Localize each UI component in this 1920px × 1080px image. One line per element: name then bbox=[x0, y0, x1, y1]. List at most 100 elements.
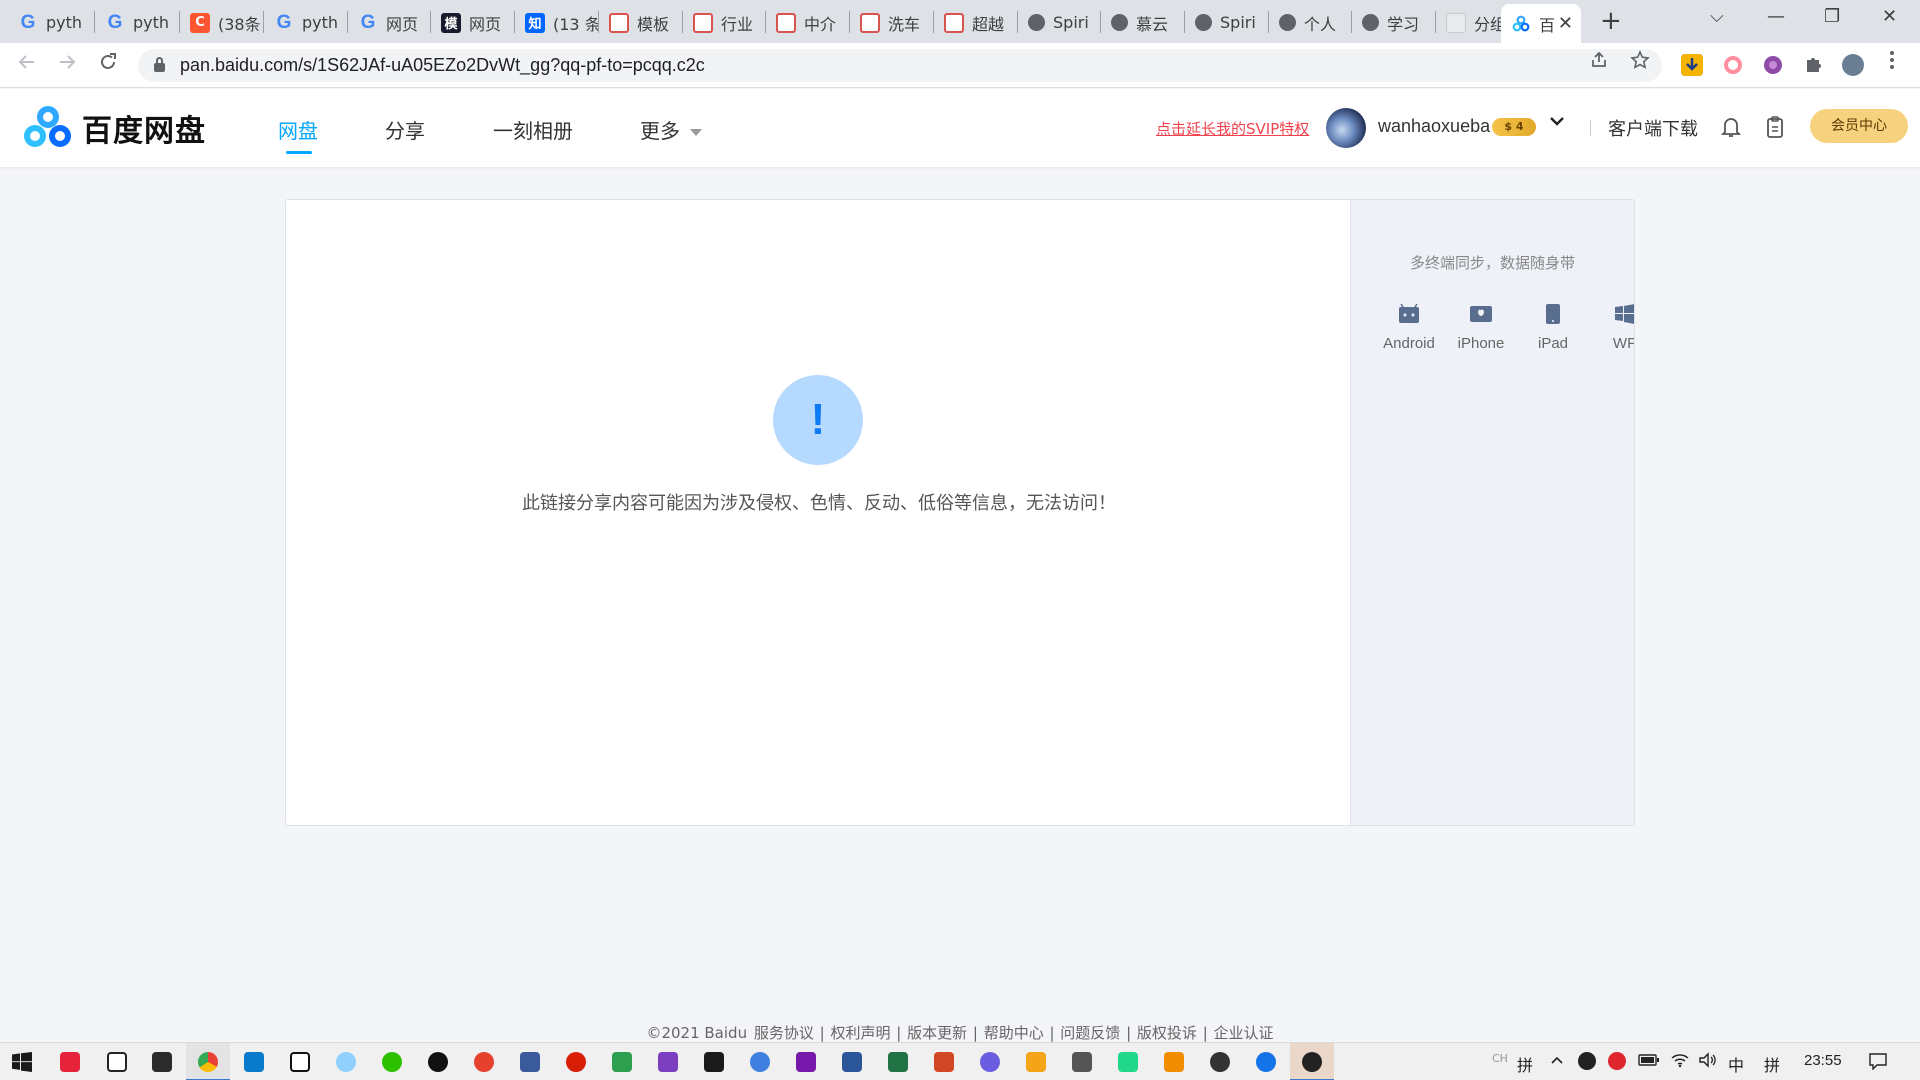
vscode-icon[interactable] bbox=[244, 1052, 264, 1072]
reload-icon[interactable] bbox=[97, 51, 119, 79]
notification-center-icon[interactable] bbox=[1868, 1052, 1888, 1074]
baidu-pan-logo[interactable]: 百度网盘 bbox=[24, 106, 206, 150]
terminal-icon[interactable] bbox=[1072, 1052, 1092, 1072]
download-app-icon[interactable] bbox=[1256, 1052, 1276, 1072]
tray-overflow-chevron-icon[interactable] bbox=[1549, 1052, 1565, 1072]
minimize-window-button[interactable]: — bbox=[1767, 6, 1785, 27]
tray-red-app-icon[interactable] bbox=[1608, 1052, 1626, 1070]
notification-bell-icon[interactable] bbox=[1720, 115, 1742, 139]
tray-pinyin-icon[interactable]: 拼 bbox=[1517, 1052, 1533, 1076]
excel-icon[interactable] bbox=[888, 1052, 908, 1072]
footer-link-feedback[interactable]: 问题反馈 bbox=[1060, 1024, 1120, 1042]
visual-studio-icon[interactable] bbox=[658, 1052, 678, 1072]
netease-music-icon[interactable] bbox=[566, 1052, 586, 1072]
v2ray-icon[interactable] bbox=[750, 1052, 770, 1072]
browser-tab[interactable]: Gpyth bbox=[264, 6, 347, 39]
user-menu-chevron-icon[interactable] bbox=[1548, 111, 1566, 136]
browser-tab[interactable]: Gpyth bbox=[95, 6, 179, 39]
browser-tab[interactable]: 学习 bbox=[1352, 6, 1435, 39]
fiddler-icon[interactable] bbox=[1026, 1052, 1046, 1072]
browser-tab[interactable]: 行业 bbox=[683, 6, 765, 39]
chrome-icon[interactable] bbox=[198, 1052, 218, 1072]
media-player-icon[interactable] bbox=[1302, 1052, 1322, 1072]
browser-tab[interactable]: 个人 bbox=[1269, 6, 1351, 39]
platform-ipad[interactable]: iPad bbox=[1517, 301, 1589, 352]
browser-tab[interactable]: Gpyth bbox=[8, 6, 94, 39]
address-bar[interactable]: pan.baidu.com/s/1S62JAf-uA05EZo2DvWt_gg?… bbox=[138, 49, 1662, 82]
footer-link-enterprise[interactable]: 企业认证 bbox=[1214, 1024, 1274, 1042]
footer-link-updates[interactable]: 版本更新 bbox=[907, 1024, 967, 1042]
money-app-icon[interactable] bbox=[612, 1052, 632, 1072]
nav-item-share[interactable]: 分享 bbox=[385, 115, 425, 144]
new-tab-button[interactable]: + bbox=[1600, 8, 1622, 34]
browser-tab-active[interactable]: 百 ✕ bbox=[1501, 4, 1581, 43]
browser-tab[interactable]: 超越 bbox=[934, 6, 1017, 39]
footer-link-rights[interactable]: 权利声明 bbox=[830, 1024, 890, 1042]
client-download-link[interactable]: 客户端下载 bbox=[1608, 115, 1698, 141]
jetbrains-icon[interactable] bbox=[704, 1052, 724, 1072]
download-extension-icon[interactable] bbox=[1681, 54, 1703, 76]
user-avatar[interactable] bbox=[1326, 108, 1366, 148]
browser-tab[interactable]: 中介 bbox=[766, 6, 849, 39]
browser-tab[interactable]: C (38条 bbox=[180, 6, 263, 39]
windows-start-icon[interactable] bbox=[12, 1052, 32, 1072]
word-icon[interactable] bbox=[842, 1052, 862, 1072]
onenote-icon[interactable] bbox=[796, 1052, 816, 1072]
back-arrow-icon[interactable] bbox=[16, 51, 38, 79]
close-window-button[interactable]: ✕ bbox=[1882, 6, 1897, 27]
close-tab-icon[interactable]: ✕ bbox=[1558, 13, 1573, 34]
pycharm-icon[interactable] bbox=[1118, 1052, 1138, 1072]
taskbar-clock[interactable]: 23:55 bbox=[1804, 1052, 1842, 1069]
extensions-puzzle-icon[interactable] bbox=[1802, 54, 1824, 76]
gear-app-icon[interactable] bbox=[1210, 1052, 1230, 1072]
nav-item-more[interactable]: 更多 bbox=[640, 115, 702, 144]
platform-iphone[interactable]: iPhone bbox=[1445, 301, 1517, 352]
qq-icon[interactable] bbox=[428, 1052, 448, 1072]
browser-tab[interactable]: Spiri bbox=[1185, 6, 1268, 39]
svip-renew-link[interactable]: 点击延长我的SVIP特权 bbox=[1156, 118, 1309, 139]
sublime-icon[interactable] bbox=[1164, 1052, 1184, 1072]
battery-icon[interactable] bbox=[1638, 1052, 1660, 1071]
platform-android[interactable]: Android bbox=[1373, 301, 1445, 352]
tab-search-chevron-icon[interactable]: ⌵ bbox=[1710, 6, 1724, 27]
input-mode-indicator[interactable]: 拼 bbox=[1764, 1052, 1780, 1076]
typora-icon[interactable] bbox=[107, 1052, 127, 1072]
share-icon[interactable] bbox=[1589, 50, 1609, 75]
browser-tab[interactable]: 模网页 bbox=[431, 6, 514, 39]
restore-window-button[interactable]: ❐ bbox=[1824, 6, 1840, 27]
purple-extension-icon[interactable] bbox=[1762, 54, 1784, 76]
wifi-icon[interactable] bbox=[1670, 1052, 1690, 1072]
circle-app-icon[interactable] bbox=[980, 1052, 1000, 1072]
browser-tab[interactable]: 洗车 bbox=[850, 6, 933, 39]
footer-link-copyright-complaint[interactable]: 版权投诉 bbox=[1137, 1024, 1197, 1042]
tray-qq-icon[interactable] bbox=[1578, 1052, 1596, 1070]
username[interactable]: wanhaoxueba bbox=[1378, 116, 1490, 137]
footer-link-service-agreement[interactable]: 服务协议 bbox=[754, 1024, 814, 1042]
member-center-button[interactable]: 会员中心 bbox=[1810, 109, 1908, 143]
baidu-netdisk-icon[interactable] bbox=[336, 1052, 356, 1072]
footer-link-help[interactable]: 帮助中心 bbox=[984, 1024, 1044, 1042]
sticky-notes-icon[interactable] bbox=[152, 1052, 172, 1072]
input-language-indicator[interactable]: 中 bbox=[1728, 1052, 1744, 1076]
wechat-icon[interactable] bbox=[382, 1052, 402, 1072]
weibo-icon[interactable] bbox=[474, 1052, 494, 1072]
browser-tab[interactable]: 模板 bbox=[599, 6, 682, 39]
nav-item-album[interactable]: 一刻相册 bbox=[493, 115, 573, 144]
nav-item-wangpan[interactable]: 网盘 bbox=[278, 115, 318, 144]
bookmark-star-icon[interactable] bbox=[1630, 50, 1650, 75]
browser-menu-icon[interactable] bbox=[1889, 50, 1895, 75]
powerpoint-icon[interactable] bbox=[934, 1052, 954, 1072]
clipboard-icon[interactable] bbox=[1764, 115, 1786, 139]
volume-icon[interactable] bbox=[1698, 1052, 1718, 1072]
profile-avatar-icon[interactable] bbox=[1842, 54, 1864, 76]
platform-wp[interactable]: WP bbox=[1589, 301, 1634, 352]
browser-tab[interactable]: G 网页 bbox=[348, 6, 430, 39]
calendar-app-icon[interactable] bbox=[520, 1052, 540, 1072]
browser-tab[interactable]: Spiri bbox=[1018, 6, 1100, 39]
netease-youdao-icon[interactable] bbox=[60, 1052, 80, 1072]
ring-extension-icon[interactable] bbox=[1722, 54, 1744, 76]
forward-arrow-icon[interactable] bbox=[56, 51, 78, 79]
browser-tab[interactable]: 慕云 bbox=[1101, 6, 1184, 39]
browser-tab[interactable]: 知 (13 条 bbox=[515, 6, 598, 39]
notion-icon[interactable] bbox=[290, 1052, 310, 1072]
